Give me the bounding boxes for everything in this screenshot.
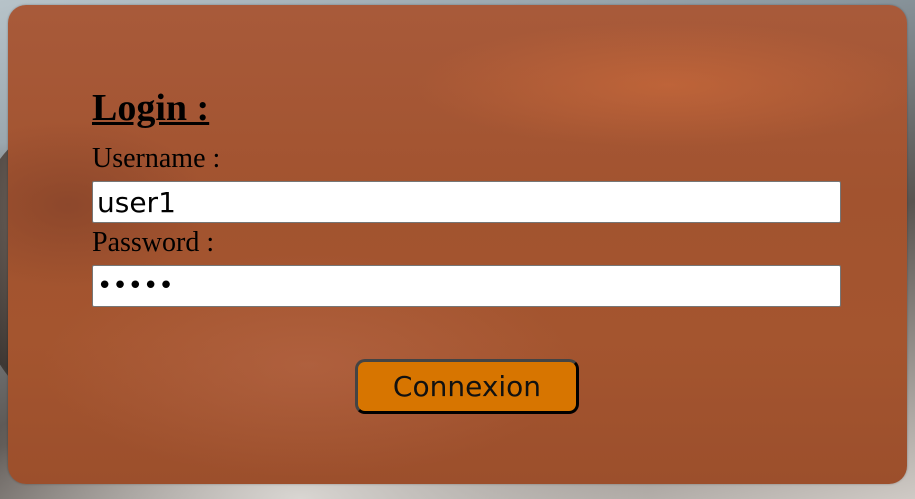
password-label: Password :	[92, 227, 215, 258]
login-panel: Login : Username : Password : Connexion	[8, 5, 907, 484]
login-title: Login :	[92, 87, 210, 129]
login-form: Login : Username : Password :	[92, 85, 841, 307]
button-row: Connexion	[355, 359, 579, 414]
password-input[interactable]	[92, 265, 841, 307]
username-input[interactable]	[92, 181, 841, 223]
connexion-button[interactable]: Connexion	[355, 359, 579, 414]
username-label: Username :	[92, 143, 221, 174]
